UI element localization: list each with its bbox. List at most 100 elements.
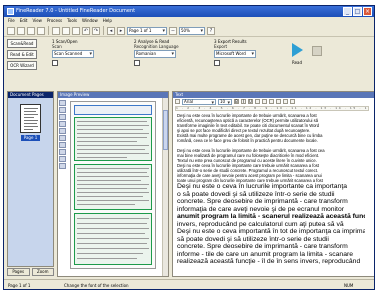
copy-icon[interactable] <box>62 26 70 35</box>
toolbar-separator <box>103 26 104 35</box>
scanned-page-image[interactable] <box>70 101 156 269</box>
open-icon[interactable] <box>17 26 25 35</box>
menu-file[interactable]: File <box>8 17 15 25</box>
minimize-button[interactable]: _ <box>343 7 352 16</box>
align-center-icon[interactable] <box>262 99 267 104</box>
barcode-tool-icon[interactable] <box>59 128 66 134</box>
read-button-label: Read <box>292 60 303 65</box>
previous-page-icon[interactable]: ◂ <box>107 26 115 35</box>
picture-area[interactable] <box>74 105 152 115</box>
title-bar: FineReader 7.0 - Untitled FineReader Doc… <box>4 6 374 17</box>
paste-icon[interactable] <box>72 26 80 35</box>
bold-icon[interactable]: B <box>234 99 239 104</box>
zoom-out-icon[interactable]: − <box>169 26 177 35</box>
status-num: NUM <box>344 283 354 288</box>
menu-help[interactable]: Help <box>103 17 112 25</box>
text-line: invers, reproducând pe calculatorul cum … <box>177 220 344 228</box>
order-tool-icon[interactable] <box>59 156 66 162</box>
maximize-button[interactable]: □ <box>353 7 362 16</box>
underline-icon[interactable]: U <box>248 99 253 104</box>
read-edit-button[interactable]: Read & Edit <box>7 50 37 59</box>
scrollbar-thumb[interactable] <box>163 110 168 150</box>
image-tools <box>59 100 66 180</box>
text-line: concrete. Spre deosebire de imprimantă -… <box>177 198 348 205</box>
italic-icon[interactable]: I <box>241 99 246 104</box>
text-line: anumit program la limită - scanerul real… <box>177 213 365 220</box>
text-format-toolbar: Arial 10 B I U <box>175 98 374 106</box>
page-thumbnail[interactable] <box>20 104 41 133</box>
help-icon[interactable]: ? <box>207 26 215 35</box>
select-tool-icon[interactable] <box>59 100 66 106</box>
zoom-selector[interactable]: 50% <box>179 26 205 35</box>
font-select[interactable]: Arial <box>182 98 216 106</box>
standard-toolbar: ↶ ↷ ◂ ▸ Page 1 of 1 − 50% ? <box>4 25 374 37</box>
recognized-text[interactable]: Deşi nu este ceva în lucrurile important… <box>177 113 365 277</box>
menu-window[interactable]: Window <box>82 17 98 25</box>
new-icon[interactable] <box>7 26 15 35</box>
stop-button[interactable] <box>312 46 322 56</box>
justify-icon[interactable] <box>276 99 281 104</box>
text-pane: Text Arial 10 B I U 1 . 2 . 3 . 4 . 5 . … <box>172 91 374 277</box>
status-message: Change the font of the selection <box>64 283 129 288</box>
undo-icon[interactable]: ↶ <box>82 26 90 35</box>
read-play-icon[interactable] <box>292 43 303 57</box>
text-area-tool-icon[interactable] <box>59 107 66 113</box>
menu-bar: File Edit View Process Tools Window Help <box>4 17 374 25</box>
language-select[interactable]: Romanian <box>134 50 176 58</box>
thumbnail-label: Page 1 <box>21 135 40 141</box>
text-line: o să poate dovedi şi să utilizeze într-o… <box>177 190 335 198</box>
export-checkbox[interactable] <box>214 60 220 66</box>
text-line: realizează această funcţie - îl de în se… <box>177 258 361 265</box>
document-pages-title: Document Pages <box>8 92 53 98</box>
align-left-icon[interactable] <box>255 99 260 104</box>
window-title: FineReader 7.0 - Untitled FineReader Doc… <box>16 8 136 14</box>
status-bar: Page 1 of 1 Change the font of the selec… <box>4 279 374 289</box>
text-line: informe - tile de care un anumit program… <box>177 250 354 258</box>
scan-read-button[interactable]: Scan&Read <box>7 39 37 48</box>
scan-checkbox[interactable] <box>52 60 58 66</box>
text-line: Deşi nu este o ceva importantă în tot de… <box>177 228 365 235</box>
tab-zoom[interactable]: Zoom <box>31 268 54 276</box>
export-target-select[interactable]: Microsoft Word <box>214 50 256 58</box>
menu-tools[interactable]: Tools <box>67 17 77 25</box>
close-button[interactable]: × <box>363 7 372 16</box>
text-line: informaţia de care aveţi nevoie şi de pe… <box>177 205 344 213</box>
menu-edit[interactable]: Edit <box>20 17 28 25</box>
pane-tabs: Pages Zoom <box>7 268 54 276</box>
delete-area-tool-icon[interactable] <box>59 149 66 155</box>
menu-view[interactable]: View <box>32 17 42 25</box>
tab-pages[interactable]: Pages <box>7 268 30 276</box>
page-selector[interactable]: Page 1 of 1 <box>127 26 167 35</box>
zoom-tool-icon[interactable] <box>59 163 66 169</box>
bullets-icon[interactable] <box>283 99 288 104</box>
table-area-tool-icon[interactable] <box>59 114 66 120</box>
app-icon <box>7 8 14 15</box>
font-size-select[interactable]: 10 <box>218 98 232 106</box>
text-line: Deşi nu este o ceva în lucrurile importa… <box>177 183 348 190</box>
image-pane-title: Image Preview <box>58 92 168 98</box>
text-area[interactable] <box>74 117 152 161</box>
image-vertical-scrollbar[interactable] <box>162 98 168 276</box>
spell-check-icon[interactable] <box>290 99 295 104</box>
document-pages-pane: Document Pages Page 1 <box>7 91 54 267</box>
align-right-icon[interactable] <box>269 99 274 104</box>
text-line: concrete. Spre deosebire de imprimantă -… <box>177 243 348 250</box>
style-icon[interactable] <box>175 99 180 104</box>
toolbar-separator <box>48 26 49 35</box>
ruler: 1 . 2 . 3 . 4 . 5 . 6 . 7 . 8 . 9 . 10 .… <box>175 106 369 111</box>
add-area-tool-icon[interactable] <box>59 135 66 141</box>
cut-icon[interactable] <box>52 26 60 35</box>
save-icon[interactable] <box>27 26 35 35</box>
redo-icon[interactable]: ↷ <box>92 26 100 35</box>
scan-wizard-bar: Scan&Read Read & Edit OCR Wizard 1 Scan/… <box>4 38 374 72</box>
picture-area-tool-icon[interactable] <box>59 121 66 127</box>
print-icon[interactable] <box>37 26 45 35</box>
next-page-icon[interactable]: ▸ <box>117 26 125 35</box>
cut-area-tool-icon[interactable] <box>59 142 66 148</box>
ocr-wizard-button[interactable]: OCR Wizard <box>7 61 37 70</box>
image-pane: Image Preview <box>57 91 169 277</box>
read-checkbox[interactable] <box>134 60 140 66</box>
scan-option-select[interactable]: Scan Scanned <box>52 50 94 58</box>
menu-process[interactable]: Process <box>47 17 62 25</box>
text-line: să poate dovedi şi să utilizeze într-o s… <box>177 235 329 243</box>
